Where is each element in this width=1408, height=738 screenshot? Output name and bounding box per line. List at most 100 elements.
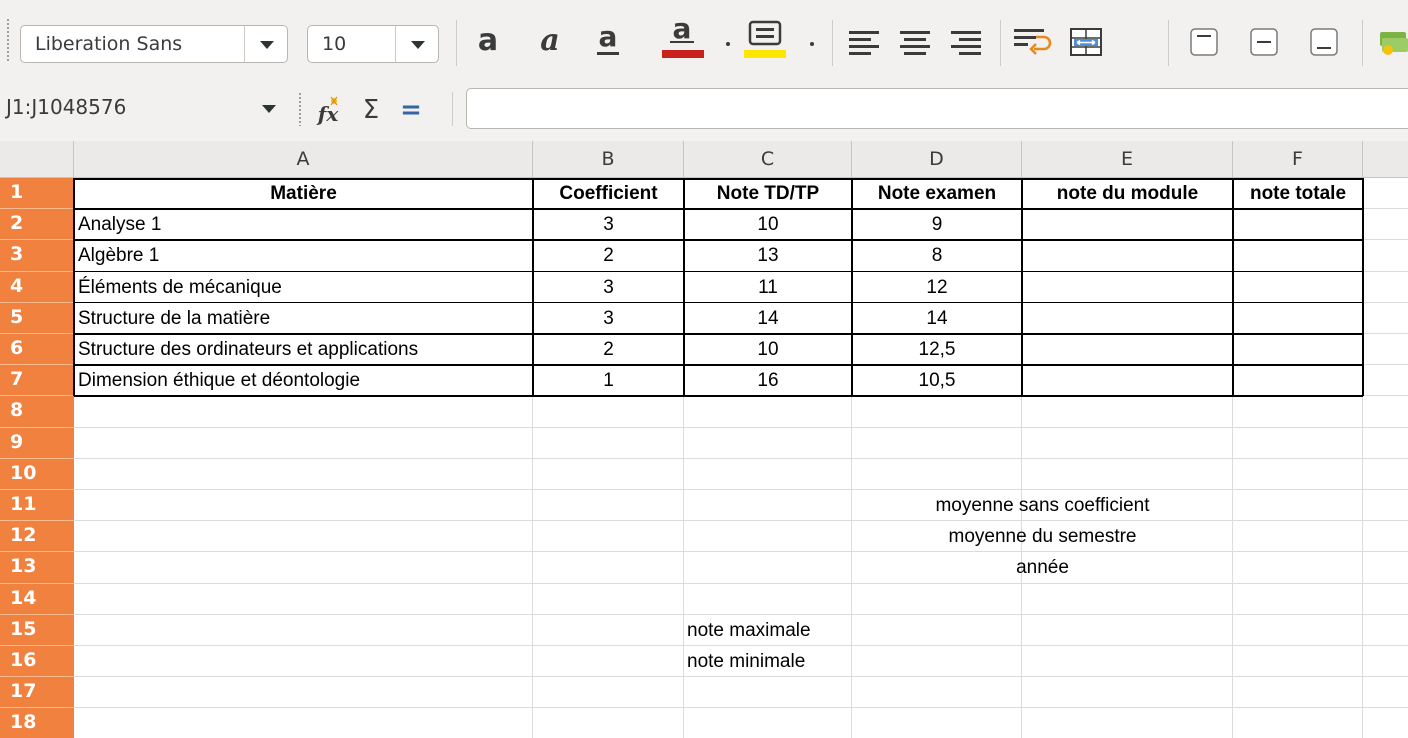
- row-header-1[interactable]: 1: [0, 178, 74, 210]
- label-note-maximale[interactable]: note maximale: [687, 615, 852, 646]
- row-header-9[interactable]: 9: [0, 427, 74, 459]
- align-top-icon[interactable]: [1184, 22, 1224, 62]
- svg-text:fx: fx: [316, 102, 340, 126]
- cell-matiere[interactable]: Structure de la matière: [78, 303, 533, 334]
- cell-matiere[interactable]: Structure des ordinateurs et application…: [78, 334, 533, 365]
- row-header-7[interactable]: 7: [0, 365, 74, 397]
- font-name-dropdown[interactable]: Liberation Sans: [20, 25, 288, 63]
- column-header-e[interactable]: E: [1022, 141, 1233, 178]
- cell-coefficient[interactable]: 3: [533, 303, 684, 334]
- function-wizard-icon[interactable]: fx: [310, 90, 348, 130]
- sum-icon[interactable]: Σ: [356, 90, 386, 130]
- font-size-dropdown[interactable]: 10: [307, 25, 439, 63]
- header-coefficient[interactable]: Coefficient: [533, 178, 684, 209]
- row-header-17[interactable]: 17: [0, 677, 74, 709]
- font-color-icon[interactable]: a: [660, 14, 706, 58]
- header-note-module[interactable]: note du module: [1022, 178, 1233, 209]
- toolbar-grip[interactable]: [6, 18, 10, 62]
- cell-note-td-tp[interactable]: 10: [684, 209, 852, 240]
- row-header-3[interactable]: 3: [0, 240, 74, 272]
- label-moyenne-du-semestre[interactable]: moyenne du semestre: [852, 521, 1233, 552]
- cell-note-td-tp[interactable]: 13: [684, 240, 852, 271]
- cell-note-examen[interactable]: 12: [852, 272, 1022, 303]
- align-left-icon[interactable]: [842, 22, 886, 62]
- align-bottom-icon[interactable]: [1304, 22, 1344, 62]
- cell-note-examen[interactable]: 12,5: [852, 334, 1022, 365]
- formatting-toolbar: Liberation Sans 10 a a a a: [0, 0, 1408, 80]
- label-note-minimale[interactable]: note minimale: [687, 646, 852, 677]
- font-color-dropdown[interactable]: [722, 24, 734, 64]
- cell-note-examen[interactable]: 9: [852, 209, 1022, 240]
- italic-icon[interactable]: a: [532, 22, 568, 62]
- column-header-f[interactable]: F: [1233, 141, 1363, 178]
- chevron-down-icon[interactable]: [250, 89, 290, 129]
- svg-text:a: a: [599, 20, 618, 53]
- cell-coefficient[interactable]: 3: [533, 272, 684, 303]
- cell-note-td-tp[interactable]: 11: [684, 272, 852, 303]
- cell-coefficient[interactable]: 1: [533, 365, 684, 396]
- formula-input[interactable]: [466, 88, 1408, 129]
- chevron-down-icon[interactable]: [395, 26, 438, 62]
- center-vertically-icon[interactable]: [1244, 22, 1284, 62]
- header-note-totale[interactable]: note totale: [1233, 178, 1363, 209]
- cell-coefficient[interactable]: 2: [533, 334, 684, 365]
- row-header-14[interactable]: 14: [0, 583, 74, 615]
- wrap-text-icon[interactable]: [1008, 22, 1056, 62]
- chevron-down-icon[interactable]: [244, 26, 287, 62]
- row-header-13[interactable]: 13: [0, 552, 74, 584]
- row-gridline: [74, 707, 1408, 709]
- table-border: [74, 239, 1363, 241]
- bold-icon[interactable]: a: [470, 22, 506, 62]
- cell-note-examen[interactable]: 10,5: [852, 365, 1022, 396]
- row-header-12[interactable]: 12: [0, 521, 74, 553]
- highlight-icon[interactable]: [742, 18, 788, 58]
- row-header-2[interactable]: 2: [0, 209, 74, 241]
- cell-matiere[interactable]: Analyse 1: [78, 209, 533, 240]
- select-all-corner[interactable]: [0, 141, 74, 178]
- formula-grip[interactable]: [298, 92, 302, 126]
- header-note-td-tp[interactable]: Note TD/TP: [684, 178, 852, 209]
- align-center-icon[interactable]: [893, 22, 937, 62]
- table-border: [74, 270, 1363, 273]
- table-border: [74, 301, 1363, 304]
- cell-matiere[interactable]: Algèbre 1: [78, 240, 533, 271]
- formula-icon[interactable]: =: [396, 90, 426, 130]
- cell-note-examen[interactable]: 8: [852, 240, 1022, 271]
- row-header-10[interactable]: 10: [0, 458, 74, 490]
- row-header-4[interactable]: 4: [0, 271, 74, 303]
- row-header-18[interactable]: 18: [0, 708, 74, 738]
- cell-note-td-tp[interactable]: 16: [684, 365, 852, 396]
- column-header-g[interactable]: [1363, 141, 1408, 178]
- column-header-d[interactable]: D: [852, 141, 1022, 178]
- cell-note-examen[interactable]: 14: [852, 303, 1022, 334]
- row-header-5[interactable]: 5: [0, 302, 74, 334]
- row-gridline: [74, 426, 1408, 428]
- row-header-15[interactable]: 15: [0, 614, 74, 646]
- row-header-8[interactable]: 8: [0, 396, 74, 428]
- label-annee[interactable]: année: [852, 552, 1233, 583]
- spreadsheet-grid[interactable]: A B C D E F 1 2 3 4 5 6 7 8 9 10 11 12 13 14 15 16 17 18 M…: [0, 141, 1408, 738]
- cell-matiere[interactable]: Éléments de mécanique: [78, 272, 533, 303]
- cell-note-td-tp[interactable]: 14: [684, 303, 852, 334]
- cell-matiere[interactable]: Dimension éthique et déontologie: [78, 365, 533, 396]
- row-header-6[interactable]: 6: [0, 334, 74, 366]
- label-moyenne-sans-coefficient[interactable]: moyenne sans coefficient: [852, 490, 1233, 521]
- name-box-value: J1:J1048576: [6, 95, 127, 119]
- column-header-b[interactable]: B: [533, 141, 684, 178]
- highlight-swatch: [744, 50, 786, 58]
- highlight-dropdown[interactable]: [806, 24, 818, 64]
- currency-icon[interactable]: [1376, 22, 1408, 62]
- row-header-11[interactable]: 11: [0, 490, 74, 522]
- merge-cells-icon[interactable]: [1064, 22, 1108, 62]
- column-header-c[interactable]: C: [684, 141, 852, 178]
- align-right-icon[interactable]: [944, 22, 988, 62]
- name-box[interactable]: J1:J1048576: [2, 89, 290, 129]
- row-header-16[interactable]: 16: [0, 646, 74, 678]
- cell-coefficient[interactable]: 2: [533, 240, 684, 271]
- cell-coefficient[interactable]: 3: [533, 209, 684, 240]
- header-matiere[interactable]: Matière: [74, 178, 533, 209]
- header-note-examen[interactable]: Note examen: [852, 178, 1022, 209]
- column-header-a[interactable]: A: [74, 141, 533, 178]
- underline-icon[interactable]: a: [590, 20, 626, 60]
- cell-note-td-tp[interactable]: 10: [684, 334, 852, 365]
